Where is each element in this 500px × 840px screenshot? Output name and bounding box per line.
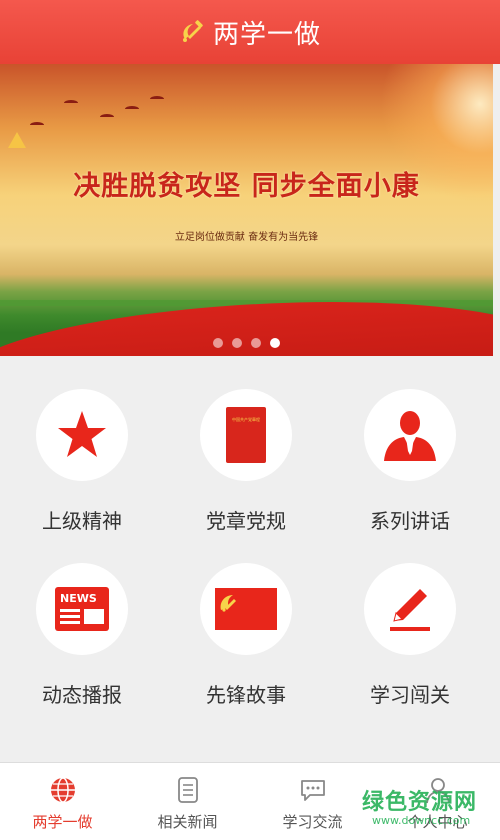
bird-decoration	[150, 96, 164, 102]
party-constitution-book-icon: 中国共产党章程	[226, 407, 266, 463]
party-flag-icon	[215, 588, 277, 630]
hammer-sickle-icon	[182, 20, 203, 42]
module-label: 学习闯关	[370, 683, 450, 707]
module-icon-circle	[36, 389, 128, 481]
red-star-icon	[58, 411, 106, 457]
carousel-dot[interactable]	[232, 338, 242, 348]
bird-decoration	[64, 100, 78, 106]
globe-icon	[50, 777, 75, 803]
book-title: 中国共产党章程	[232, 417, 260, 422]
page-title: 两学一做	[212, 19, 321, 50]
speaker-person-icon	[384, 411, 436, 461]
module-grid: 上级精神 中国共产党章程 党章党规 系列讲话 NEWS 动态播报 先锋故事 学习…	[0, 356, 493, 762]
banner-carousel[interactable]: 决胜脱贫攻坚 同步全面小康 立足岗位做贡献 奋发有为当先锋	[0, 64, 493, 356]
tab-label: 两学一做	[32, 813, 93, 831]
module-label: 先锋故事	[206, 683, 286, 707]
banner-headline: 决胜脱贫攻坚 同步全面小康	[73, 171, 420, 202]
module-icon-circle: NEWS	[36, 563, 128, 655]
module-shangji-jingshen[interactable]: 上级精神	[0, 389, 164, 559]
carousel-dot[interactable]	[251, 338, 261, 348]
module-dongtai-bobao[interactable]: NEWS 动态播报	[0, 563, 164, 733]
module-label: 动态播报	[42, 683, 122, 707]
pencil-icon	[390, 589, 430, 631]
module-icon-circle	[200, 563, 292, 655]
module-label: 上级精神	[42, 509, 122, 533]
carousel-dot[interactable]	[213, 338, 223, 348]
module-icon-circle	[364, 389, 456, 481]
bird-decoration	[125, 106, 139, 112]
module-label: 系列讲话	[370, 509, 450, 533]
carousel-indicator	[0, 338, 493, 348]
module-xilie-jianghua[interactable]: 系列讲话	[328, 389, 492, 559]
tab-xuexi-jiaoliu[interactable]: 学习交流	[250, 763, 375, 840]
module-xuexi-chuangguan[interactable]: 学习闯关	[328, 563, 492, 733]
news-icon-text: NEWS	[60, 592, 97, 605]
module-icon-circle: 中国共产党章程	[200, 389, 292, 481]
document-icon	[177, 777, 198, 803]
bird-decoration	[30, 122, 44, 128]
watermark-url: www.downcc.com	[372, 814, 471, 827]
banner-star-decoration	[8, 132, 26, 148]
news-icon: NEWS	[55, 587, 109, 631]
module-dangzhang-danggui[interactable]: 中国共产党章程 党章党规	[164, 389, 328, 559]
banner-subline: 立足岗位做贡献 奋发有为当先锋	[174, 232, 319, 243]
module-xianfeng-gushi[interactable]: 先锋故事	[164, 563, 328, 733]
tab-label: 相关新闻	[157, 813, 218, 831]
module-label: 党章党规	[206, 509, 286, 533]
watermark-logo: 绿色资源网	[362, 790, 478, 815]
tab-xiangguan-xinwen[interactable]: 相关新闻	[125, 763, 250, 840]
carousel-dot-active[interactable]	[270, 338, 280, 348]
tab-liangxue-yizuo[interactable]: 两学一做	[0, 763, 125, 840]
app-header: 两学一做	[0, 0, 500, 64]
module-icon-circle	[364, 563, 456, 655]
chat-bubble-icon	[300, 780, 325, 801]
bird-decoration	[100, 114, 114, 120]
tab-label: 学习交流	[282, 813, 343, 831]
